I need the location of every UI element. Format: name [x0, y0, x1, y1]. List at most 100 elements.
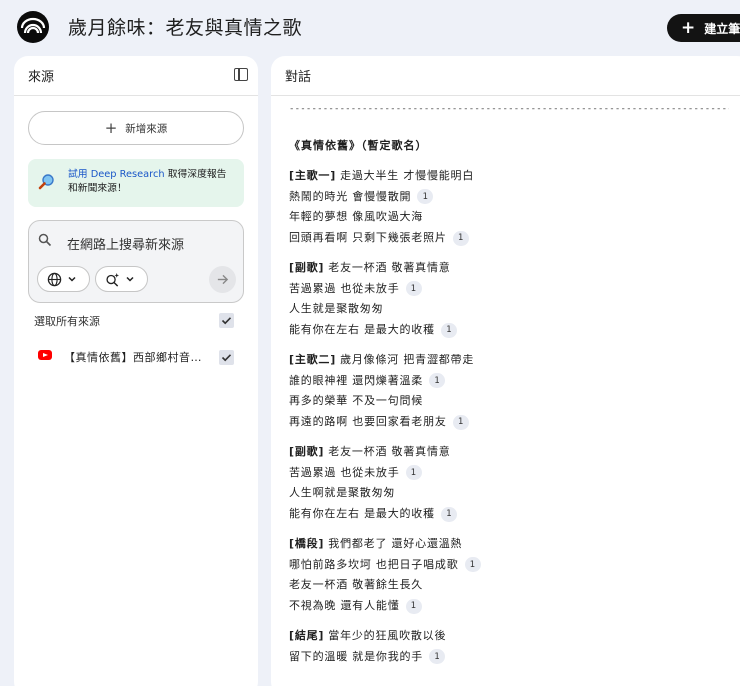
citation-chip[interactable]: 1: [440, 322, 457, 338]
citation-chip[interactable]: 1: [429, 373, 446, 389]
checkmark-icon: [221, 354, 232, 362]
section-label: [副歌]: [289, 261, 325, 274]
lyric-text: 老友一杯酒 敬著真情意: [328, 261, 451, 274]
divider-line: ----------------------------------------…: [289, 104, 729, 114]
lyric-text: 苦過累過 也從未放手: [289, 465, 400, 479]
plus-icon: +: [104, 119, 118, 137]
lyric-line: [主歌二] 歲月像條河 把青澀都帶走: [289, 350, 474, 371]
citation-chip[interactable]: 1: [452, 414, 469, 430]
citation-chip[interactable]: 1: [405, 281, 422, 297]
submit-search-button[interactable]: [209, 266, 236, 293]
lyric-line: 人生啊就是聚散匆匆: [289, 483, 457, 504]
lyric-line: 哪怕前路多坎坷 也把日子唱成歌 1: [289, 555, 481, 576]
lyric-text: 老友一杯酒 敬著真情意: [328, 445, 451, 458]
promo-text-2: 和新聞來源！: [68, 183, 127, 194]
section-label: [副歌]: [289, 445, 325, 458]
lyrics-section: [橋段] 我們都老了 還好心還溫熱哪怕前路多坎坷 也把日子唱成歌 1 老友一杯酒 敬著…: [289, 534, 481, 616]
search-icon: [38, 233, 52, 247]
lyric-line: [副歌] 老友一杯酒 敬著真情意: [289, 258, 457, 279]
lyric-line: 能有你在左右 是最大的收穫 1: [289, 320, 457, 341]
lyric-text: 再多的榮華 不及一句問候: [289, 394, 424, 408]
lyric-line: 再遠的路啊 也要回家看老朋友 1: [289, 412, 474, 433]
section-label: [結尾]: [289, 629, 325, 642]
lyric-text: 哪怕前路多坎坷 也把日子唱成歌: [289, 557, 459, 571]
chat-title: 對話: [285, 70, 312, 85]
citation-chip[interactable]: 1: [405, 465, 422, 481]
create-notebook-label: 建立筆: [704, 21, 740, 36]
sources-title: 來源: [28, 70, 55, 85]
notebooklm-logo-icon[interactable]: [17, 11, 49, 43]
top-bar: 歲月餘味：老友與真情之歌 + 建立筆: [0, 0, 740, 56]
collapse-panel-icon[interactable]: [234, 68, 248, 81]
lyric-text: 年輕的夢想 像風吹過大海: [289, 210, 424, 224]
lyric-line: 年輕的夢想 像風吹過大海: [289, 207, 474, 228]
research-mode-dropdown[interactable]: [95, 266, 148, 292]
sources-panel: 來源 + 新增來源 試用 Deep Research 取得深度報告 和新聞來源！…: [14, 56, 258, 686]
lyric-text: 人生就是聚散匆匆: [289, 302, 384, 316]
search-input[interactable]: 在網路上搜尋新來源: [67, 234, 184, 253]
lyric-text: 走過大半生 才慢慢能明白: [340, 169, 475, 182]
lyric-text: 我們都老了 還好心還溫熱: [328, 537, 463, 550]
song-title: 《真情依舊》（暫定歌名）: [289, 139, 428, 152]
lyric-line: 不視為晚 還有人能懂 1: [289, 596, 481, 617]
lyric-line: 苦過累過 也從未放手 1: [289, 279, 457, 300]
lyric-text: 熱鬧的時光 會慢慢散開: [289, 189, 412, 203]
notebook-title[interactable]: 歲月餘味：老友與真情之歌: [68, 13, 302, 40]
citation-chip[interactable]: 1: [429, 649, 446, 665]
lyric-line: [主歌一] 走過大半生 才慢慢能明白: [289, 166, 474, 187]
chat-header: 對話: [271, 56, 740, 96]
lyric-line: 再多的榮華 不及一句問候: [289, 391, 474, 412]
chat-panel: 對話 -------------------------------------…: [271, 56, 740, 686]
lyric-line: 能有你在左右 是最大的收穫 1: [289, 504, 457, 525]
citation-chip[interactable]: 1: [417, 189, 434, 205]
source-item-checkbox[interactable]: [219, 350, 234, 365]
citation-chip[interactable]: 1: [405, 598, 422, 614]
section-label: [橋段]: [289, 537, 325, 550]
web-source-dropdown[interactable]: [37, 266, 90, 292]
lyric-line: 苦過累過 也從未放手 1: [289, 463, 457, 484]
lyrics-section: [副歌] 老友一杯酒 敬著真情意苦過累過 也從未放手 1 人生啊就是聚散匆匆能有你在左…: [289, 442, 457, 524]
lyric-line: 留下的溫暖 就是你我的手 1: [289, 647, 446, 668]
lyric-line: 回頭再看啊 只剩下幾張老照片 1: [289, 228, 474, 249]
source-item-title[interactable]: 【真情依舊】西部鄉村音樂...: [64, 349, 206, 365]
lyric-line: 誰的眼神裡 還閃爍著溫柔 1: [289, 371, 474, 392]
lyric-text: 誰的眼神裡 還閃爍著溫柔: [289, 373, 424, 387]
lyric-line: 人生就是聚散匆匆: [289, 299, 457, 320]
lyric-text: 老友一杯酒 敬著餘生長久: [289, 578, 424, 592]
lyrics-section: [主歌二] 歲月像條河 把青澀都帶走誰的眼神裡 還閃爍著溫柔 1 再多的榮華 不及一句…: [289, 350, 474, 432]
globe-icon: [47, 272, 62, 286]
chevron-down-icon: [126, 276, 134, 282]
select-all-checkbox[interactable]: [219, 313, 234, 328]
web-search-box[interactable]: 在網路上搜尋新來源: [28, 220, 244, 303]
lyric-text: 人生啊就是聚散匆匆: [289, 486, 396, 500]
lyric-text: 再遠的路啊 也要回家看老朋友: [289, 414, 447, 428]
magnifier-icon: [38, 174, 54, 190]
lyric-text: 當年少的狂風吹散以後: [328, 629, 447, 642]
lyric-line: 熱鬧的時光 會慢慢散開 1: [289, 187, 474, 208]
lyric-line: 老友一杯酒 敬著餘生長久: [289, 575, 481, 596]
section-label: [主歌一]: [289, 169, 337, 182]
add-source-label: 新增來源: [125, 122, 168, 135]
add-source-button[interactable]: + 新增來源: [28, 111, 244, 145]
lyric-text: 能有你在左右 是最大的收穫: [289, 322, 435, 336]
lyrics-section: [副歌] 老友一杯酒 敬著真情意苦過累過 也從未放手 1 人生就是聚散匆匆能有你在左右…: [289, 258, 457, 340]
checkmark-icon: [221, 317, 232, 325]
deep-research-link[interactable]: 試用 Deep Research: [68, 169, 165, 180]
lyric-line: [結尾] 當年少的狂風吹散以後: [289, 626, 446, 647]
select-all-label: 選取所有來源: [34, 315, 100, 328]
chevron-down-icon: [68, 276, 76, 282]
deep-research-promo[interactable]: 試用 Deep Research 取得深度報告 和新聞來源！: [28, 159, 244, 207]
youtube-icon: [38, 350, 52, 360]
create-notebook-button[interactable]: + 建立筆: [667, 14, 740, 42]
lyrics-section: [主歌一] 走過大半生 才慢慢能明白熱鬧的時光 會慢慢散開 1 年輕的夢想 像風吹過大…: [289, 166, 474, 248]
citation-chip[interactable]: 1: [440, 506, 457, 522]
lyric-text: 不視為晚 還有人能懂: [289, 598, 400, 612]
lyric-text: 歲月像條河 把青澀都帶走: [340, 353, 475, 366]
promo-text: 取得深度報告: [164, 169, 227, 180]
lyric-text: 回頭再看啊 只剩下幾張老照片: [289, 230, 447, 244]
lyrics-section: [結尾] 當年少的狂風吹散以後 留下的溫暖 就是你我的手 1: [289, 626, 446, 667]
citation-chip[interactable]: 1: [464, 557, 481, 573]
sources-header: 來源: [14, 56, 258, 96]
lyric-text: 苦過累過 也從未放手: [289, 281, 400, 295]
citation-chip[interactable]: 1: [452, 230, 469, 246]
